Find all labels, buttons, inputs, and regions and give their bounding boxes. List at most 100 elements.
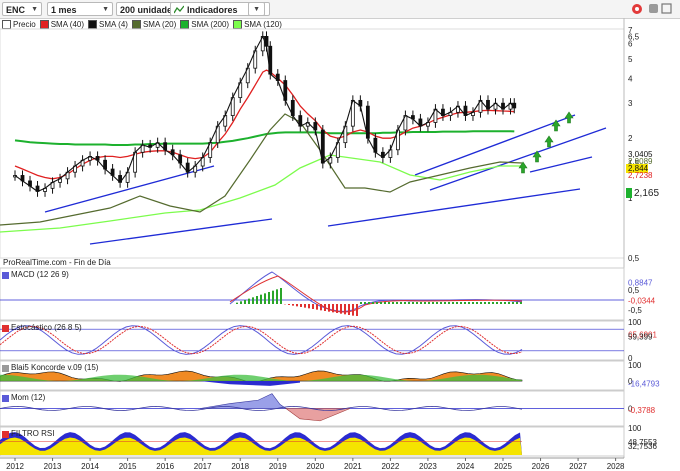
x-tick-label: 2019 xyxy=(269,462,287,471)
macd-histogram-bar xyxy=(432,302,434,304)
price-candle xyxy=(512,102,517,109)
price-candle xyxy=(125,171,130,183)
macd-histogram-bar xyxy=(440,302,442,304)
macd-histogram-bar xyxy=(308,304,310,309)
trend-channel-line xyxy=(414,114,576,176)
koncorde-tick-label: 0 xyxy=(628,377,633,386)
macd-histogram-bar xyxy=(408,302,410,304)
macd-histogram-bar xyxy=(276,289,278,304)
mom-negative-area xyxy=(285,408,351,422)
macd-histogram-bar xyxy=(520,302,522,304)
price-tick-label: 6,5 xyxy=(628,32,640,41)
stoch-panel xyxy=(0,320,625,361)
macd-histogram-bar xyxy=(468,302,470,304)
macd-histogram-bar xyxy=(472,302,474,304)
price-candle xyxy=(264,36,269,47)
x-tick-label: 2026 xyxy=(532,462,550,471)
macd-histogram-bar xyxy=(344,304,346,315)
legend-label: SMA (4) xyxy=(99,20,128,29)
ticker-select[interactable]: ENC ▼ xyxy=(2,2,42,16)
macd-histogram-bar xyxy=(348,304,350,315)
legend-swatch xyxy=(131,20,141,29)
price-tick-label: 2 xyxy=(628,134,633,143)
macd-histogram-bar xyxy=(444,302,446,304)
macd-histogram-bar xyxy=(492,302,494,304)
price-candle xyxy=(103,159,107,170)
mom-panel xyxy=(0,390,625,427)
macd-signal-line xyxy=(229,275,523,313)
price-candle xyxy=(373,137,378,153)
price-candle xyxy=(328,157,333,164)
sma4-line xyxy=(14,35,515,193)
price-candle xyxy=(313,122,318,131)
macd-tick-label: 0,5 xyxy=(628,286,640,295)
price-candle xyxy=(50,181,55,189)
koncorde-green-area xyxy=(0,374,522,382)
x-tick-label: 2018 xyxy=(231,462,249,471)
up-arrow-icon xyxy=(518,161,528,174)
macd-tick-label: 0,8847 xyxy=(628,278,653,287)
macd-histogram-bar xyxy=(424,302,426,304)
macd-histogram-bar xyxy=(352,304,354,316)
up-arrow-icon xyxy=(544,135,554,148)
macd-histogram-bar xyxy=(480,302,482,304)
mom-title-text: Mom (12) xyxy=(11,393,46,402)
period-select[interactable]: 1 mes ▼ xyxy=(47,2,113,16)
trend-channel-line xyxy=(529,156,593,173)
legend-item: SMA (120) xyxy=(233,19,282,30)
legend-label: Precio xyxy=(13,20,36,29)
price-tick-label: 6 xyxy=(628,39,633,48)
legend-label: SMA (40) xyxy=(50,20,85,29)
macd-histogram-bar xyxy=(392,302,394,304)
macd-histogram-bar xyxy=(356,304,358,316)
macd-histogram-bar xyxy=(388,302,390,304)
price-marker xyxy=(626,164,648,173)
price-tick-label: 1 xyxy=(628,194,633,203)
x-tick-label: 2024 xyxy=(457,462,475,471)
price-candle xyxy=(163,142,168,151)
price-candle xyxy=(441,108,445,116)
macd-histogram-bar xyxy=(244,300,246,304)
maximize-icon[interactable] xyxy=(661,3,672,14)
price-candle xyxy=(155,142,160,148)
chevron-down-icon: ▼ xyxy=(102,6,109,13)
macd-histogram-bar xyxy=(264,293,266,304)
legend-label: SMA (200) xyxy=(191,20,230,29)
price-candle xyxy=(58,178,62,183)
macd-histogram-bar xyxy=(412,302,414,304)
stoch-swatch xyxy=(2,324,9,332)
alert-icon[interactable] xyxy=(632,4,642,14)
rsi-blue-area xyxy=(0,432,522,455)
chevron-down-icon: ▼ xyxy=(31,6,38,13)
macd-histogram-bar xyxy=(288,304,290,305)
macd-histogram-bar xyxy=(296,304,298,307)
rsi-swatch xyxy=(2,430,9,438)
rsi-tick-label: 32,7536 xyxy=(628,442,657,451)
price-candle xyxy=(380,151,385,158)
up-arrow-icon xyxy=(564,111,574,124)
price-candle xyxy=(238,82,243,99)
value-label: 2,9089 xyxy=(628,157,653,166)
x-tick-label: 2023 xyxy=(419,462,437,471)
more-button[interactable]: ▼ xyxy=(248,2,265,16)
koncorde-tick-label: -16,4793 xyxy=(628,380,660,389)
price-tick-label: 1,5 xyxy=(628,159,640,168)
price-tick-label: 5 xyxy=(628,55,633,64)
mom-line xyxy=(0,405,523,412)
price-candle xyxy=(433,108,438,123)
rsi-panel xyxy=(0,426,625,457)
trend-channel-line xyxy=(44,165,215,213)
macd-histogram-bar xyxy=(452,302,454,304)
macd-line xyxy=(229,271,523,312)
price-candle xyxy=(133,151,138,173)
legend-item: SMA (4) xyxy=(88,19,128,30)
legend-swatch xyxy=(39,20,49,29)
koncorde-swatch xyxy=(2,364,9,372)
macd-title-text: MACD (12 26 9) xyxy=(11,270,69,279)
settings-icon[interactable] xyxy=(649,4,658,13)
macd-histogram-bar xyxy=(384,302,386,304)
macd-histogram-bar xyxy=(464,302,466,304)
price-candle xyxy=(463,105,468,116)
price-candle xyxy=(501,102,505,110)
price-candle xyxy=(471,111,475,116)
